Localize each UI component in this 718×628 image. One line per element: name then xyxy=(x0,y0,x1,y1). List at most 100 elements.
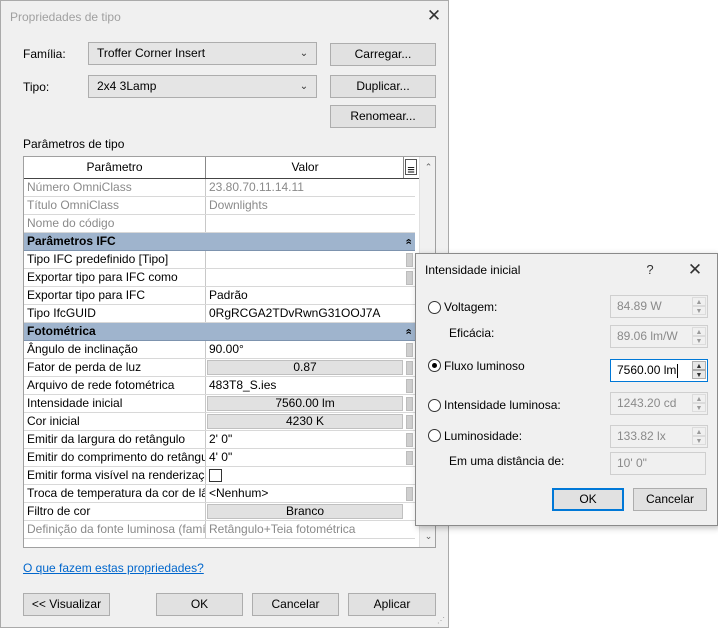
param-value-cell[interactable] xyxy=(207,467,404,484)
spin-up-icon[interactable]: ▲ xyxy=(692,394,706,403)
param-value-cell[interactable]: Padrão xyxy=(207,287,404,304)
row-handle[interactable] xyxy=(406,397,413,411)
help-link[interactable]: O que fazem estas propriedades? xyxy=(23,561,204,575)
visible-shape-checkbox[interactable] xyxy=(209,469,222,482)
row-handle[interactable] xyxy=(406,379,413,393)
param-value-cell[interactable]: Retângulo+Teia fotométrica xyxy=(207,521,404,538)
spin-up-icon[interactable]: ▲ xyxy=(692,327,706,336)
table-row[interactable]: Nome do código xyxy=(24,215,404,233)
family-dropdown[interactable]: Troffer Corner Insert ⌄ xyxy=(88,42,317,65)
table-row[interactable]: Exportar tipo para IFC Padrão xyxy=(24,287,404,305)
param-column-header[interactable]: Parâmetro xyxy=(24,157,206,178)
efficacy-stepper[interactable]: ▲ ▼ xyxy=(692,327,706,346)
rename-button[interactable]: Renomear... xyxy=(330,105,436,128)
radio-voltage[interactable] xyxy=(428,301,441,314)
table-row[interactable]: Tipo IfcGUID 0RgRCGA2TDvRwnG31OOJ7A xyxy=(24,305,404,323)
table-row[interactable]: Tipo IFC predefinido [Tipo] xyxy=(24,251,404,269)
illuminance-label[interactable]: Luminosidade: xyxy=(444,429,522,443)
table-row[interactable]: Número OmniClass 23.80.70.11.14.11 xyxy=(24,179,404,197)
param-value-cell[interactable]: <Nenhum> xyxy=(207,485,404,502)
collapse-icon[interactable]: « xyxy=(399,238,416,244)
preview-button[interactable]: << Visualizar xyxy=(23,593,110,616)
voltage-field[interactable]: 84.89 W ▲ ▼ xyxy=(610,295,708,318)
table-row[interactable]: Fator de perda de luz 0.87 xyxy=(24,359,404,377)
spin-up-icon[interactable]: ▲ xyxy=(692,427,706,436)
table-row[interactable]: Exportar tipo para IFC como xyxy=(24,269,404,287)
table-row[interactable]: Emitir da largura do retângulo 2' 0" xyxy=(24,431,404,449)
sub-ok-button[interactable]: OK xyxy=(552,488,624,511)
luminous-intensity-stepper[interactable]: ▲ ▼ xyxy=(692,394,706,413)
param-value-cell[interactable]: 23.80.70.11.14.11 xyxy=(207,179,404,196)
table-row[interactable]: Definição da fonte luminosa (família) Ret… xyxy=(24,521,404,539)
close-icon[interactable]: ✕ xyxy=(419,5,449,29)
spin-up-icon[interactable]: ▲ xyxy=(692,361,706,370)
row-handle[interactable] xyxy=(406,433,413,447)
radio-luminous-intensity[interactable] xyxy=(428,399,441,412)
table-row[interactable]: Emitir forma visível na renderização xyxy=(24,467,404,485)
scroll-down-icon[interactable]: ⌄ xyxy=(420,528,435,545)
row-handle[interactable] xyxy=(406,343,413,357)
luminous-flux-label[interactable]: Fluxo luminoso xyxy=(444,359,525,373)
param-value-cell[interactable]: 2' 0" xyxy=(207,431,404,448)
spin-down-icon[interactable]: ▼ xyxy=(692,370,706,379)
table-row[interactable]: Emitir do comprimento do retângulo 4' 0" xyxy=(24,449,404,467)
apply-button[interactable]: Aplicar xyxy=(348,593,436,616)
row-handle[interactable] xyxy=(406,271,413,285)
help-icon[interactable]: ? xyxy=(635,259,665,283)
table-row[interactable]: Ângulo de inclinação 90.00° xyxy=(24,341,404,359)
group-header[interactable]: Parâmetros IFC « xyxy=(24,233,415,251)
luminous-flux-field[interactable]: 7560.00 lm ▲ ▼ xyxy=(610,359,708,382)
radio-illuminance[interactable] xyxy=(428,429,441,442)
cancel-button[interactable]: Cancelar xyxy=(252,593,339,616)
row-handle[interactable] xyxy=(406,451,413,465)
luminous-intensity-label[interactable]: Intensidade luminosa: xyxy=(444,398,561,412)
param-value-cell[interactable]: 0.87 xyxy=(207,359,404,376)
param-value-cell[interactable] xyxy=(207,269,404,286)
radio-luminous-flux[interactable] xyxy=(428,359,441,372)
ok-button[interactable]: OK xyxy=(156,593,243,616)
param-value-cell[interactable]: 4' 0" xyxy=(207,449,404,466)
efficacy-field[interactable]: 89.06 lm/W ▲ ▼ xyxy=(610,325,708,348)
value-button[interactable]: Branco xyxy=(207,504,403,519)
table-row[interactable]: Intensidade inicial 7560.00 lm xyxy=(24,395,404,413)
voltage-label[interactable]: Voltagem: xyxy=(444,300,497,314)
table-row[interactable]: Arquivo de rede fotométrica 483T8_S.ies xyxy=(24,377,404,395)
luminous-flux-stepper[interactable]: ▲ ▼ xyxy=(692,361,706,380)
param-value-cell[interactable]: 7560.00 lm xyxy=(207,395,404,412)
spin-down-icon[interactable]: ▼ xyxy=(692,436,706,445)
row-handle[interactable] xyxy=(406,415,413,429)
close-icon[interactable]: ✕ xyxy=(680,259,710,283)
spin-down-icon[interactable]: ▼ xyxy=(692,403,706,412)
param-value-cell[interactable]: Downlights xyxy=(207,197,404,214)
param-value-cell[interactable]: 483T8_S.ies xyxy=(207,377,404,394)
param-value-cell[interactable] xyxy=(207,215,404,232)
spin-down-icon[interactable]: ▼ xyxy=(692,306,706,315)
table-row[interactable]: Título OmniClass Downlights xyxy=(24,197,404,215)
spin-down-icon[interactable]: ▼ xyxy=(692,336,706,345)
param-value-cell[interactable] xyxy=(207,251,404,268)
menu-icon[interactable]: ≡ xyxy=(405,159,417,177)
param-value-cell[interactable]: 90.00° xyxy=(207,341,404,358)
resize-grip-icon[interactable]: ⋰ xyxy=(437,616,447,626)
type-dropdown[interactable]: 2x4 3Lamp ⌄ xyxy=(88,75,317,98)
param-value-cell[interactable]: 4230 K xyxy=(207,413,404,430)
value-column-header[interactable]: Valor xyxy=(207,157,404,178)
param-value-cell[interactable]: Branco xyxy=(207,503,404,520)
illuminance-field[interactable]: 133.82 lx ▲ ▼ xyxy=(610,425,708,448)
row-handle[interactable] xyxy=(406,487,413,501)
sub-cancel-button[interactable]: Cancelar xyxy=(633,488,707,511)
group-header[interactable]: Fotométrica « xyxy=(24,323,415,341)
load-button[interactable]: Carregar... xyxy=(330,43,436,66)
scroll-up-icon[interactable]: ⌃ xyxy=(420,159,435,176)
value-button[interactable]: 7560.00 lm xyxy=(207,396,403,411)
luminous-intensity-field[interactable]: 1243.20 cd ▲ ▼ xyxy=(610,392,708,415)
table-row[interactable]: Troca de temperatura da cor de lâmpada<N… xyxy=(24,485,404,503)
voltage-stepper[interactable]: ▲ ▼ xyxy=(692,297,706,316)
param-value-cell[interactable]: 0RgRCGA2TDvRwnG31OOJ7A xyxy=(207,305,404,322)
row-handle[interactable] xyxy=(406,253,413,267)
illuminance-stepper[interactable]: ▲ ▼ xyxy=(692,427,706,446)
collapse-icon[interactable]: « xyxy=(399,328,416,334)
duplicate-button[interactable]: Duplicar... xyxy=(330,75,436,98)
table-row[interactable]: Filtro de cor Branco xyxy=(24,503,404,521)
distance-field[interactable]: 10' 0" xyxy=(610,452,706,475)
